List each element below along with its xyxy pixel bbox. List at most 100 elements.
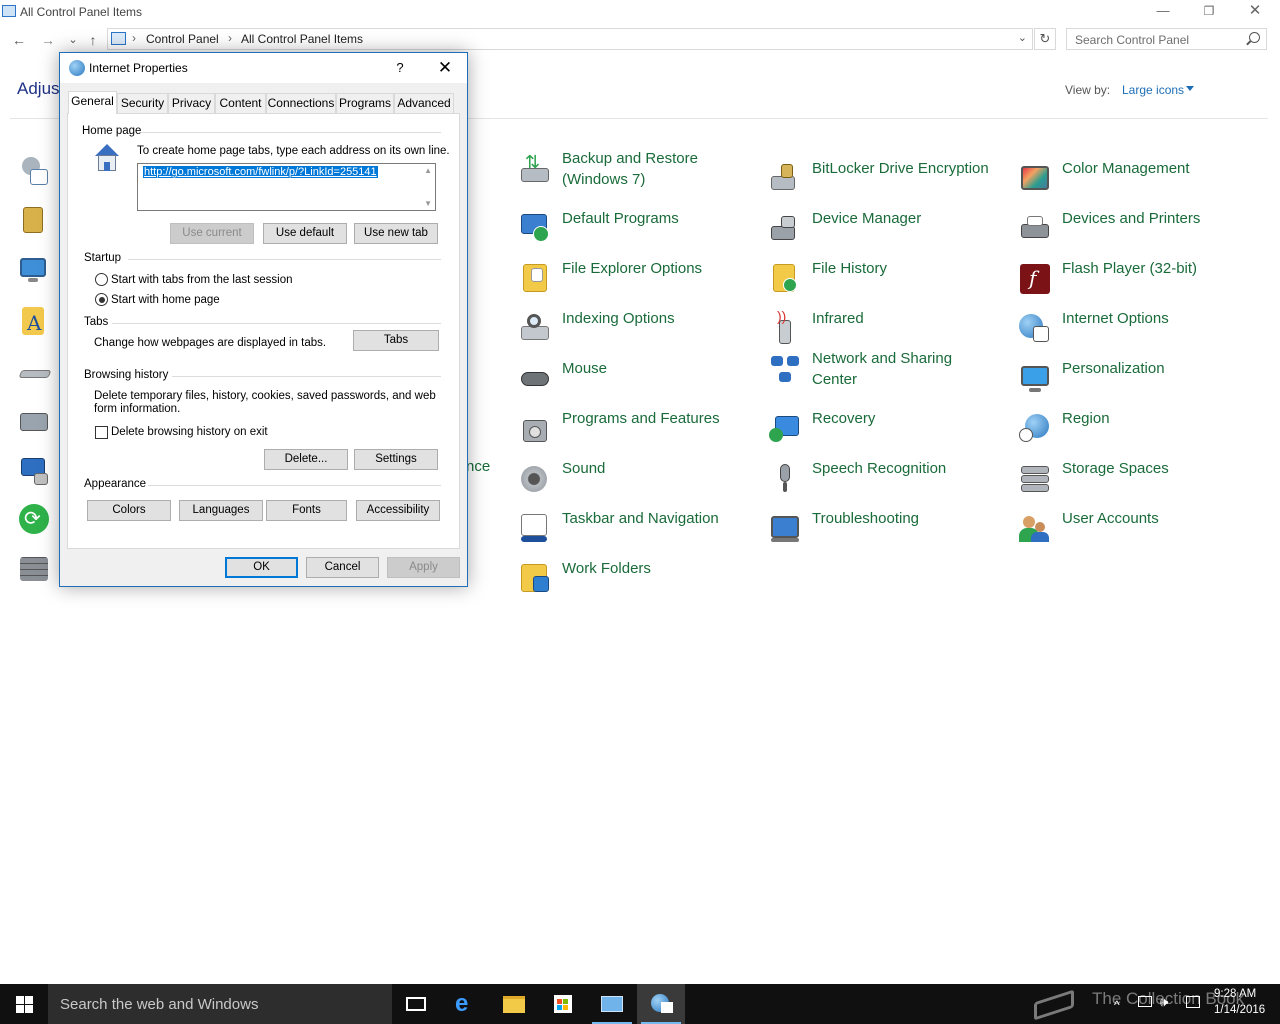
- delete-on-exit-label[interactable]: Delete browsing history on exit: [111, 426, 268, 439]
- recent-locations-icon[interactable]: ⌄: [63, 30, 83, 50]
- up-arrow-icon[interactable]: ↑: [83, 30, 103, 50]
- file-explorer-icon[interactable]: [490, 984, 538, 1024]
- globe-icon: [69, 60, 85, 76]
- tab-connections[interactable]: Connections: [266, 93, 336, 113]
- forward-arrow-icon[interactable]: →: [38, 30, 58, 50]
- taskbar: Search the web and Windows e The Collect…: [0, 984, 1280, 1024]
- fonts-button[interactable]: Fonts: [266, 500, 347, 521]
- item-label: Default Programs: [562, 210, 679, 227]
- appearance-group-label: Appearance: [84, 478, 147, 490]
- sync-center-icon[interactable]: ⟳: [18, 503, 50, 535]
- internet-properties-dialog: Internet Properties ? ✕ General Security…: [59, 52, 468, 587]
- languages-button[interactable]: Languages: [179, 500, 263, 521]
- display-icon[interactable]: [18, 255, 50, 287]
- delete-history-button[interactable]: Delete...: [264, 449, 348, 470]
- item-label: Personalization: [1062, 360, 1165, 377]
- firewall-icon[interactable]: [18, 553, 50, 585]
- flash-icon: f: [1019, 264, 1051, 296]
- use-current-button[interactable]: Use current: [170, 223, 254, 244]
- dialog-close-button[interactable]: ✕: [430, 57, 460, 79]
- breadcrumb-control-panel[interactable]: Control Panel: [146, 32, 219, 46]
- control-panel-small-icon: [111, 32, 126, 45]
- group-divider: [112, 323, 441, 324]
- item-label: Storage Spaces: [1062, 460, 1169, 477]
- troubleshooting-icon: [769, 514, 801, 546]
- autoplay-icon[interactable]: [18, 205, 50, 237]
- item-label: File Explorer Options: [562, 260, 703, 277]
- history-settings-button[interactable]: Settings: [354, 449, 438, 470]
- tab-privacy[interactable]: Privacy: [168, 93, 215, 113]
- window-titlebar: All Control Panel Items — ❐ ✕: [0, 0, 1280, 24]
- refresh-button[interactable]: ↻: [1034, 28, 1056, 50]
- tab-security[interactable]: Security: [117, 93, 168, 113]
- item-label: Taskbar and Navigation: [562, 510, 719, 527]
- tab-content[interactable]: Content: [215, 93, 266, 113]
- use-new-tab-button[interactable]: Use new tab: [354, 223, 438, 244]
- partial-item-label[interactable]: nce: [466, 458, 490, 475]
- volume-icon[interactable]: 🕪: [1160, 994, 1168, 1010]
- address-bar[interactable]: › Control Panel › All Control Panel Item…: [107, 28, 1033, 50]
- tabs-settings-button[interactable]: Tabs: [353, 330, 439, 351]
- internet-properties-taskbar-icon[interactable]: [637, 984, 685, 1024]
- windows-logo-icon: [16, 996, 24, 1004]
- user-accounts-icon: [1019, 514, 1051, 546]
- tab-advanced[interactable]: Advanced: [394, 93, 454, 113]
- ok-button[interactable]: OK: [225, 557, 298, 578]
- group-divider: [148, 485, 441, 486]
- close-window-button[interactable]: ✕: [1232, 0, 1278, 24]
- window-title: All Control Panel Items: [20, 5, 143, 19]
- delete-on-exit-checkbox[interactable]: [95, 426, 108, 439]
- chevron-up-icon[interactable]: ^: [1114, 998, 1120, 1012]
- item-label: Device Manager: [812, 210, 922, 227]
- infrared-icon: )): [769, 308, 801, 346]
- home-page-url[interactable]: http://go.microsoft.com/fwlink/p/?LinkId…: [143, 166, 378, 178]
- keyboard-icon[interactable]: [18, 360, 52, 392]
- tab-general[interactable]: General: [68, 91, 117, 114]
- minimize-button[interactable]: —: [1140, 0, 1186, 24]
- use-default-button[interactable]: Use default: [263, 223, 347, 244]
- page-heading: Adjust: [17, 79, 65, 98]
- taskbar-search-input[interactable]: Search the web and Windows: [48, 984, 392, 1024]
- item-label: Troubleshooting: [812, 510, 920, 527]
- view-by-dropdown[interactable]: Large icons: [1122, 83, 1184, 97]
- startup-last-session-label[interactable]: Start with tabs from the last session: [111, 274, 293, 287]
- clock-date[interactable]: 1/14/2016: [1214, 1004, 1265, 1016]
- apply-button[interactable]: Apply: [387, 557, 460, 578]
- group-divider: [172, 376, 441, 377]
- admin-tools-icon[interactable]: [18, 155, 50, 187]
- control-panel-taskbar-icon[interactable]: [588, 984, 636, 1024]
- colors-button[interactable]: Colors: [87, 500, 171, 521]
- caret-down-icon[interactable]: [1186, 86, 1194, 91]
- backup-restore-icon: ⇅: [519, 152, 551, 186]
- help-button[interactable]: ?: [390, 58, 410, 78]
- restore-button[interactable]: ❐: [1186, 0, 1232, 24]
- action-center-icon[interactable]: [1186, 996, 1200, 1008]
- accessibility-button[interactable]: Accessibility: [356, 500, 440, 521]
- store-icon[interactable]: [539, 984, 587, 1024]
- startup-home-page-radio[interactable]: [95, 293, 108, 306]
- control-panel-icon: [2, 5, 16, 17]
- tabs-group-label: Tabs: [84, 316, 109, 328]
- scroll-up-icon[interactable]: ▲: [424, 166, 432, 175]
- clock-time[interactable]: 9:28 AM: [1214, 988, 1256, 1000]
- cancel-button[interactable]: Cancel: [306, 557, 379, 578]
- edge-icon[interactable]: e: [442, 984, 490, 1024]
- indexing-icon: [519, 314, 551, 346]
- tab-programs[interactable]: Programs: [336, 93, 394, 113]
- browsing-history-group-label: Browsing history: [84, 369, 169, 381]
- phone-modem-icon[interactable]: [18, 405, 50, 437]
- search-input[interactable]: Search Control Panel: [1066, 28, 1267, 50]
- back-arrow-icon[interactable]: ←: [9, 30, 29, 50]
- remote-app-icon[interactable]: [18, 455, 50, 487]
- task-view-icon[interactable]: [392, 984, 440, 1024]
- startup-home-page-label[interactable]: Start with home page: [111, 294, 220, 307]
- home-page-url-field[interactable]: http://go.microsoft.com/fwlink/p/?LinkId…: [137, 163, 436, 211]
- breadcrumb-all-items[interactable]: All Control Panel Items: [241, 32, 363, 46]
- chevron-down-icon[interactable]: ⌄: [1018, 31, 1027, 44]
- start-button[interactable]: [0, 984, 48, 1024]
- network-tray-icon[interactable]: [1138, 996, 1152, 1007]
- fonts-icon[interactable]: A: [18, 305, 50, 337]
- startup-last-session-radio[interactable]: [95, 273, 108, 286]
- internet-options-icon: [1019, 314, 1051, 346]
- scroll-down-icon[interactable]: ▼: [424, 199, 432, 208]
